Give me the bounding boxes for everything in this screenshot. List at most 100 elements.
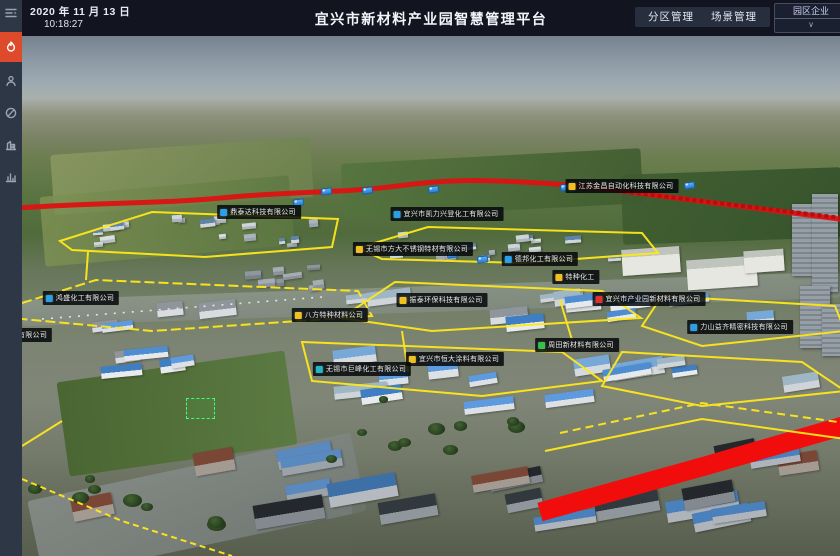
tree [398,438,411,447]
tree [507,417,519,425]
chevron-down-icon: ∨ [775,19,840,31]
building-block [93,230,103,235]
building-block [157,301,184,318]
company-name-label: 宜兴市恒大涂料有限公司 [419,354,499,364]
company-logo-icon [555,274,562,281]
building-block [171,215,182,223]
company-marker[interactable]: 宜兴市产业园新材料有限公司 [593,292,706,306]
highrise-tower [812,194,838,292]
company-marker[interactable]: 无锡市方大不锈钢特材有限公司 [353,242,473,256]
company-logo-icon [295,312,302,319]
building-block [508,244,521,252]
bar-chart-icon[interactable] [0,164,22,190]
building-block [468,372,497,387]
highrise-tower [792,204,814,276]
building-block [489,250,496,256]
company-logo-icon [394,211,401,218]
person-icon[interactable] [0,68,22,94]
building-block [608,255,622,262]
company-logo-icon [505,256,512,263]
building-block [94,242,104,248]
company-marker[interactable]: 力山益齐精密科技有限公司 [687,320,793,334]
company-name-label: 力山益齐精密科技有限公司 [700,322,788,332]
company-logo-icon [569,183,576,190]
building-block [565,236,581,244]
scene-management-button[interactable]: 场景管理 [698,7,770,27]
building-block [398,231,409,238]
building-block [283,271,302,279]
building-block [291,236,300,243]
company-name-label: 无锡市方大不锈钢特材有限公司 [366,244,468,254]
left-toolbar [0,0,22,556]
building-block [241,222,256,229]
building-block [463,396,514,414]
building-block [544,389,594,408]
tree [454,421,467,430]
company-name-label: 鸿盛化工有限公司 [56,293,114,303]
tree [123,494,142,507]
map-3d-canvas[interactable]: 鼎泰达科技有限公司 宜兴市凯力兴登化工有限公司 江苏金昌自动化科技有限公司无锡市方大… [22,36,840,556]
building-block [287,243,298,249]
building-block [782,371,821,393]
company-name-label: 兴市凯旺新材料有限公司 [22,330,47,340]
tree [379,396,388,403]
park-enterprise-dropdown[interactable]: 园区企业 ∨ [774,3,840,33]
company-logo-icon [356,246,363,253]
dropdown-label: 园区企业 [775,4,840,19]
truck-3d-model [477,255,489,263]
compass-icon[interactable] [0,100,22,126]
top-header: 2020 年 11 月 13 日 10:18:27 宜兴市新材料产业园智慧管理平… [22,0,840,36]
tree [208,516,224,528]
truck-3d-model [321,187,333,195]
company-name-label: 江苏金昌自动化科技有限公司 [579,181,674,191]
building-block [101,321,133,334]
tree [443,445,457,455]
company-marker[interactable]: 特种化工 [552,270,599,284]
tree [428,423,445,435]
company-logo-icon [400,297,407,304]
building-block [245,270,262,279]
company-marker[interactable]: 鸿盛化工有限公司 [43,291,119,305]
office-complex [621,246,681,276]
company-marker[interactable]: 周田新材料有限公司 [535,338,619,352]
company-name-label: 特种化工 [565,272,594,282]
company-logo-icon [220,209,227,216]
company-name-label: 鼎泰达科技有限公司 [230,207,296,217]
company-logo-icon [538,342,545,349]
building-block [257,278,275,288]
menu-icon[interactable] [0,0,22,26]
building-block [516,235,529,243]
company-logo-icon [690,324,697,331]
company-marker[interactable]: 宜兴市恒大涂料有限公司 [406,352,504,366]
app-window: 2020 年 11 月 13 日 10:18:27 宜兴市新材料产业园智慧管理平… [0,0,840,556]
factory-icon[interactable] [0,132,22,158]
company-marker[interactable]: 德邦化工有限公司 [502,252,578,266]
company-name-label: 宜兴市凯力兴登化工有限公司 [404,209,499,219]
tree [85,475,95,482]
company-name-label: 振泰环保科技有限公司 [410,295,483,305]
tree [28,484,42,494]
company-name-label: 八方特种材料公司 [305,310,363,320]
company-marker[interactable]: 宜兴市凯力兴登化工有限公司 [391,207,504,221]
building-block [279,237,286,244]
building-block [243,233,256,241]
company-marker[interactable]: 江苏金昌自动化科技有限公司 [566,179,679,193]
company-name-label: 无锡市巨峰化工有限公司 [326,364,406,374]
building-block [307,264,321,270]
company-marker[interactable]: 无锡市巨峰化工有限公司 [313,362,411,376]
building-block [505,313,545,332]
building-block [312,279,324,289]
office-complex [743,249,784,274]
zone-management-button[interactable]: 分区管理 [635,7,707,27]
company-logo-icon [46,295,53,302]
selection-rectangle [186,398,215,419]
company-name-label: 德邦化工有限公司 [515,254,573,264]
company-marker[interactable]: 八方特种材料公司 [292,308,368,322]
building-block [200,218,216,227]
flame-icon[interactable] [0,32,22,62]
company-logo-icon [596,296,603,303]
company-marker[interactable]: 振泰环保科技有限公司 [397,293,488,307]
company-marker[interactable]: 鼎泰达科技有限公司 [217,205,301,219]
company-name-label: 周田新材料有限公司 [548,340,614,350]
company-marker[interactable]: 兴市凯旺新材料有限公司 [22,328,52,342]
